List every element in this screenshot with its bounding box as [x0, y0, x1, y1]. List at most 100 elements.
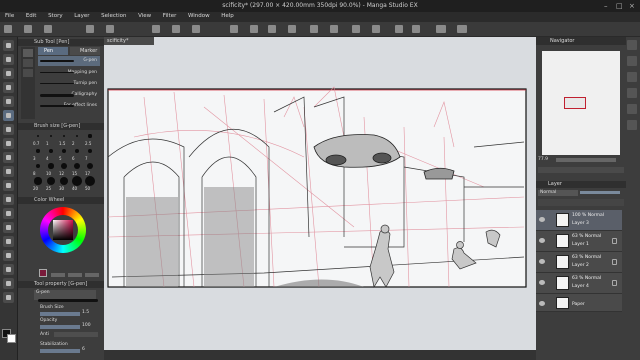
- menu-filter[interactable]: Filter: [158, 12, 182, 19]
- menu-selection[interactable]: Selection: [96, 12, 131, 19]
- layer-row[interactable]: 63 % Normal Layer 2: [536, 252, 622, 273]
- gradient-tool-icon[interactable]: [3, 208, 14, 219]
- navigator-panel-icon[interactable]: [627, 40, 637, 50]
- brush-size-cell[interactable]: 2: [71, 131, 83, 146]
- eyedropper-tool-icon[interactable]: [3, 96, 14, 107]
- open-icon[interactable]: [24, 25, 32, 33]
- menu-story[interactable]: Story: [43, 12, 68, 19]
- brush-size-cell[interactable]: 1.5: [58, 131, 70, 146]
- brush-size-cell[interactable]: 30: [58, 176, 70, 191]
- correct-line-tool-icon[interactable]: [3, 292, 14, 303]
- cut-icon[interactable]: [86, 25, 94, 33]
- brush-size-cell[interactable]: 25: [45, 176, 57, 191]
- brush-size-cell[interactable]: 20: [32, 176, 44, 191]
- brush-size-cell[interactable]: 3: [32, 146, 44, 161]
- brush-size-cell[interactable]: 15: [71, 161, 83, 176]
- brush-size-cell[interactable]: 2.5: [84, 131, 96, 146]
- opacity-slider[interactable]: [40, 325, 80, 329]
- pen-group-icon[interactable]: [23, 49, 33, 57]
- layer-toolbar[interactable]: [538, 199, 624, 206]
- lasso-tool-icon[interactable]: [3, 82, 14, 93]
- hsv-value-box[interactable]: [51, 273, 65, 277]
- stabilization-slider[interactable]: [40, 349, 80, 353]
- brush-size-cell[interactable]: 10: [45, 161, 57, 176]
- menu-file[interactable]: File: [0, 12, 19, 19]
- brush-size-slider[interactable]: [40, 312, 80, 316]
- layer-row[interactable]: 63 % Normal Layer 1: [536, 231, 622, 252]
- tab-pen[interactable]: Pen: [38, 47, 68, 55]
- redo-icon[interactable]: [172, 25, 180, 33]
- navigator-viewport-frame[interactable]: [564, 97, 586, 109]
- balloon-tool-icon[interactable]: [3, 278, 14, 289]
- deselect-icon[interactable]: [250, 25, 258, 33]
- brush-size-cell[interactable]: 6: [71, 146, 83, 161]
- material-icon[interactable]: [627, 88, 637, 98]
- anti-alias-selector[interactable]: [54, 332, 98, 337]
- menu-window[interactable]: Window: [183, 12, 215, 19]
- snap-icon[interactable]: [310, 25, 318, 33]
- pencil-tool-icon[interactable]: [3, 124, 14, 135]
- perspective-icon[interactable]: [352, 25, 360, 33]
- brush-size-cell[interactable]: 50: [84, 176, 96, 191]
- layer-row[interactable]: 63 % Normal Layer 4: [536, 273, 622, 294]
- brush-size-cell[interactable]: 7: [84, 146, 96, 161]
- brush-size-cell[interactable]: 1: [45, 131, 57, 146]
- folder-icon[interactable]: [412, 25, 420, 33]
- fill-icon[interactable]: [288, 25, 296, 33]
- pen-tool-icon[interactable]: [3, 110, 14, 121]
- canvas-area[interactable]: [104, 37, 536, 350]
- blend-mode-select[interactable]: Normal: [538, 190, 578, 196]
- brush-size-cell[interactable]: 0.7: [32, 131, 44, 146]
- text-tool-icon[interactable]: [3, 264, 14, 275]
- clear-icon[interactable]: [192, 25, 200, 33]
- hsv-value-box[interactable]: [68, 273, 82, 277]
- select-tool-icon[interactable]: [3, 68, 14, 79]
- brush-size-cell[interactable]: 5: [58, 146, 70, 161]
- eye-icon[interactable]: [539, 301, 545, 306]
- document-tab[interactable]: scificity*: [104, 37, 154, 45]
- ruler-tool-icon[interactable]: [3, 250, 14, 261]
- menu-layer[interactable]: Layer: [69, 12, 94, 19]
- brush-mapping-pen[interactable]: Mapping pen: [38, 68, 100, 78]
- blend-tool-icon[interactable]: [3, 180, 14, 191]
- undo-icon[interactable]: [152, 25, 160, 33]
- frame-tool-icon[interactable]: [3, 236, 14, 247]
- layer-row[interactable]: 100 % Normal Layer 3: [536, 210, 622, 231]
- lock-icon[interactable]: [612, 280, 617, 286]
- menu-view[interactable]: View: [133, 12, 156, 19]
- brush-size-cell[interactable]: 17: [84, 161, 96, 176]
- eye-icon[interactable]: [539, 238, 545, 243]
- brush-size-cell[interactable]: 4: [45, 146, 57, 161]
- ruler-snap-icon[interactable]: [330, 25, 338, 33]
- eraser-tool-icon[interactable]: [3, 166, 14, 177]
- history-icon[interactable]: [627, 104, 637, 114]
- display-icon[interactable]: [457, 25, 467, 33]
- navigator-preview[interactable]: [542, 51, 620, 155]
- brush-calligraphy[interactable]: Calligraphy: [38, 90, 100, 100]
- eye-icon[interactable]: [539, 280, 545, 285]
- sub-color-swatch[interactable]: [7, 334, 16, 343]
- zoom-slider[interactable]: [556, 158, 616, 162]
- fill-tool-icon[interactable]: [3, 194, 14, 205]
- color-wheel[interactable]: [40, 207, 86, 253]
- grid-icon[interactable]: [372, 25, 380, 33]
- picked-color-swatch[interactable]: [39, 269, 47, 277]
- move-tool-icon[interactable]: [3, 54, 14, 65]
- eye-icon[interactable]: [539, 259, 545, 264]
- brush-turnip-pen[interactable]: Turnip pen: [38, 79, 100, 89]
- lock-icon[interactable]: [612, 259, 617, 265]
- settings-icon[interactable]: [436, 25, 446, 33]
- brush-g-pen[interactable]: G-pen: [38, 56, 100, 66]
- navigator-buttons[interactable]: [538, 167, 624, 173]
- layer-row[interactable]: Paper: [536, 294, 622, 312]
- tab-marker[interactable]: Marker: [70, 47, 100, 55]
- new-icon[interactable]: [4, 25, 12, 33]
- pencil-group-icon[interactable]: [23, 59, 33, 67]
- brush-effect-lines[interactable]: For effect lines: [38, 101, 100, 111]
- brush-group-icon[interactable]: [23, 69, 33, 77]
- search-layer-icon[interactable]: [627, 72, 637, 82]
- zoom-tool-icon[interactable]: [3, 40, 14, 51]
- menu-help[interactable]: Help: [216, 12, 239, 19]
- lock-icon[interactable]: [612, 238, 617, 244]
- layer-property-icon[interactable]: [627, 56, 637, 66]
